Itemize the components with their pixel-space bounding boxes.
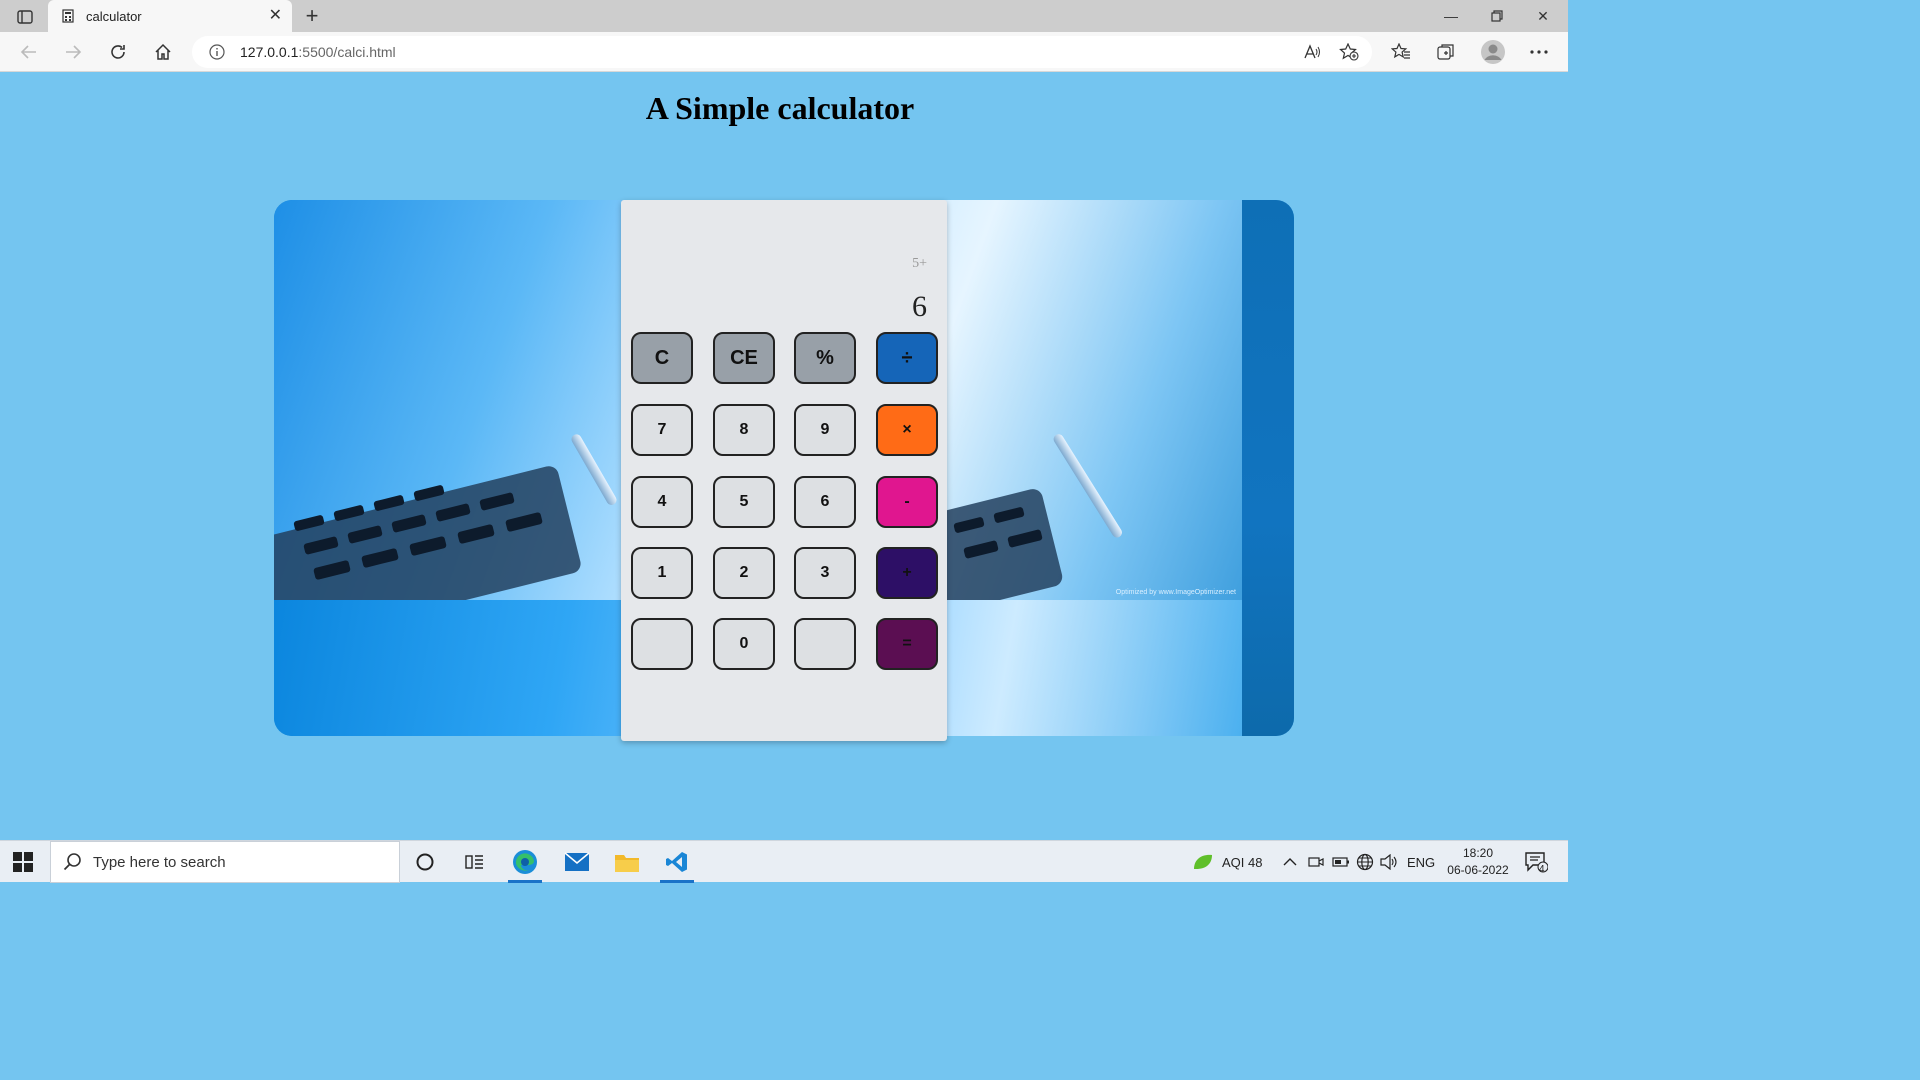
new-tab-button[interactable]: + [300,4,324,28]
digit-9-button[interactable]: 9 [794,404,856,456]
meet-now-icon[interactable] [1308,841,1324,883]
aqi-label: AQI 48 [1222,854,1263,870]
home-icon[interactable] [148,38,178,66]
clock-time: 18:20 [1462,846,1494,860]
tab-actions-icon[interactable] [10,6,40,28]
more-options-icon[interactable] [1524,38,1554,66]
minimize-icon[interactable]: — [1428,0,1474,32]
digit-0-button[interactable]: 0 [713,618,775,670]
digit-4-button[interactable]: 4 [631,476,693,528]
close-window-icon[interactable]: ✕ [1520,0,1566,32]
digit-8-button[interactable]: 8 [713,404,775,456]
image-watermark: Optimized by www.ImageOptimizer.net [1115,589,1236,596]
url-path: :5500/calci.html [298,44,396,60]
show-hidden-icons-chevron-icon[interactable] [1283,841,1297,883]
address-bar: 127.0.0.1:5500/calci.html [0,32,1568,72]
clear-entry-button[interactable]: CE [713,332,775,384]
blank-right-button[interactable] [794,618,856,670]
expression-display: 5+ [912,256,927,271]
read-aloud-icon[interactable] [1297,38,1327,66]
back-icon[interactable] [14,38,44,66]
blank-left-button[interactable] [631,618,693,670]
digit-7-button[interactable]: 7 [631,404,693,456]
clear-button[interactable]: C [631,332,693,384]
tab-bar: calculator ✕ + — ✕ [0,0,1568,32]
close-tab-icon[interactable]: ✕ [269,8,282,24]
browser-tab[interactable]: calculator ✕ [48,0,292,32]
edge-browser-icon[interactable] [504,841,546,883]
notifications-icon[interactable]: 4 [1524,841,1548,883]
search-icon [63,853,81,871]
refresh-icon[interactable] [103,38,133,66]
cortana-icon[interactable] [404,841,446,883]
file-explorer-icon[interactable] [606,841,648,883]
profile-avatar-icon[interactable] [1478,38,1508,66]
percent-button[interactable]: % [794,332,856,384]
system-clock[interactable]: 18:20 06-06-2022 [1440,845,1516,879]
digit-3-button[interactable]: 3 [794,547,856,599]
task-view-icon[interactable] [454,841,496,883]
multiply-button[interactable]: × [876,404,938,456]
digit-6-button[interactable]: 6 [794,476,856,528]
equals-button[interactable]: = [876,618,938,670]
site-info-icon[interactable] [208,43,226,61]
digit-2-button[interactable]: 2 [713,547,775,599]
taskbar: Type here to search AQI 48 ENG 18:20 06-… [0,840,1568,883]
notification-count: 4 [1539,864,1545,875]
divide-button[interactable]: ÷ [876,332,938,384]
favorites-icon[interactable] [1386,38,1416,66]
mail-icon[interactable] [556,841,598,883]
result-display: 6 [912,290,927,323]
calculator-favicon-icon [60,8,76,24]
clock-date: 06-06-2022 [1447,863,1509,877]
add-favorite-icon[interactable] [1334,38,1364,66]
taskbar-search-input[interactable]: Type here to search [50,841,400,883]
weather-widget[interactable]: AQI 48 [1192,841,1262,883]
leaf-icon [1194,854,1212,869]
windows-start-icon[interactable] [12,851,36,873]
vscode-icon[interactable] [656,841,698,883]
digit-1-button[interactable]: 1 [631,547,693,599]
hero-edge-strip [1242,200,1294,736]
language-indicator[interactable]: ENG [1407,841,1435,883]
network-globe-icon[interactable] [1356,841,1374,883]
collections-icon[interactable] [1431,38,1461,66]
page-title: A Simple calculator [645,90,915,126]
subtract-button[interactable]: - [876,476,938,528]
forward-icon[interactable] [58,38,88,66]
battery-icon[interactable] [1332,841,1350,883]
digit-5-button[interactable]: 5 [713,476,775,528]
volume-icon[interactable] [1380,841,1398,883]
calculator: 5+ 6 C CE % ÷ 7 8 9 × 4 5 6 - 1 2 3 + 0 … [621,200,947,741]
restore-icon[interactable] [1474,0,1520,32]
search-placeholder: Type here to search [93,853,226,871]
add-button[interactable]: + [876,547,938,599]
tab-title: calculator [86,8,142,24]
url-field[interactable]: 127.0.0.1:5500/calci.html [192,36,1372,68]
url-host: 127.0.0.1 [240,44,299,60]
